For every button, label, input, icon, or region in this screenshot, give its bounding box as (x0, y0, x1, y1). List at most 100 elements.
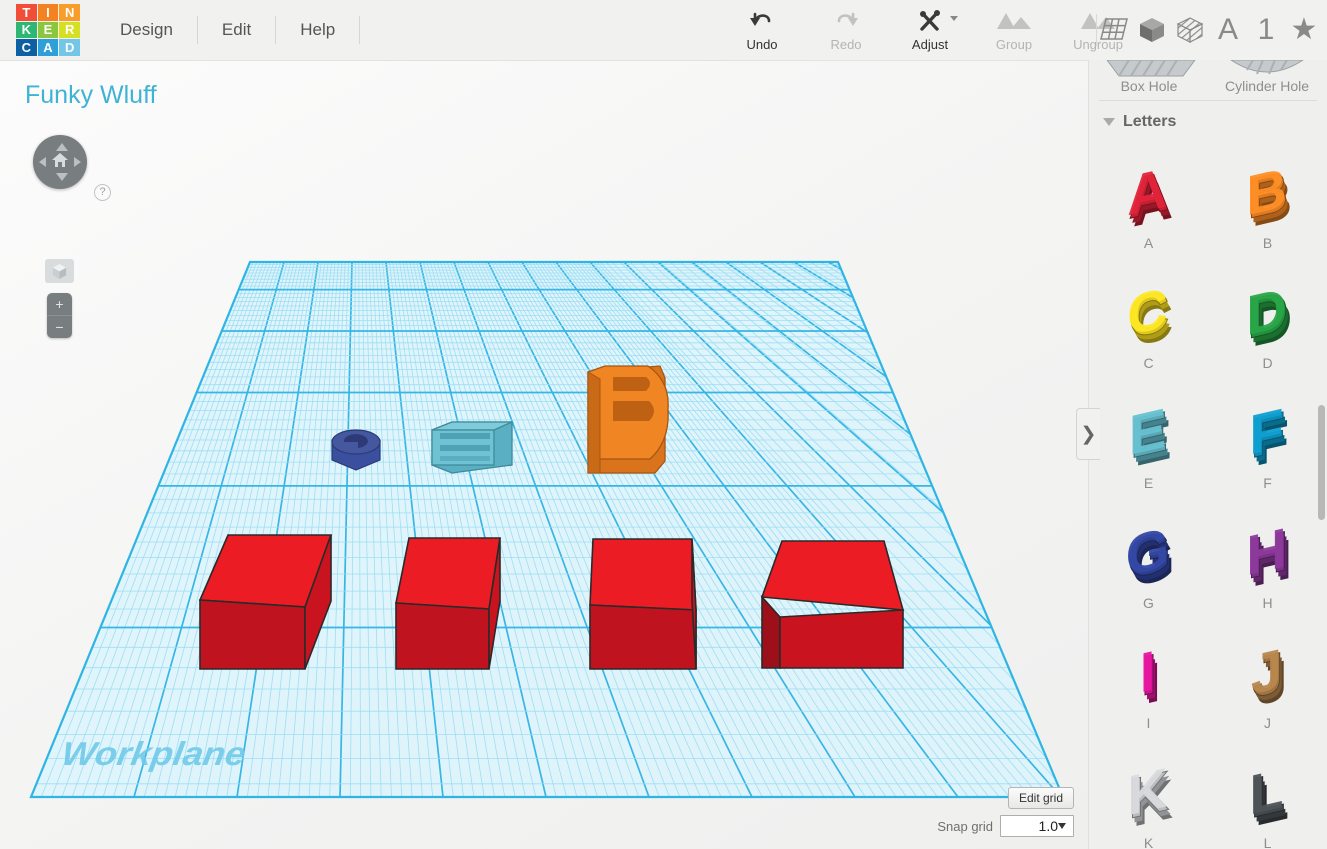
letter-i-icon: IIII (1107, 631, 1191, 717)
svg-text:L: L (1249, 758, 1283, 828)
letter-l-icon: LLLL (1226, 751, 1310, 837)
menu-item-design[interactable]: Design (96, 15, 197, 45)
grid-controls: Edit grid Snap grid 1.0 (937, 787, 1074, 837)
shape-label: I (1147, 715, 1151, 731)
page-title[interactable]: Funky Wluff (25, 81, 157, 110)
snap-grid-row: Snap grid 1.0 (937, 815, 1074, 837)
view-navigation-pad[interactable] (33, 135, 87, 189)
menu-item-edit[interactable]: Edit (198, 15, 275, 45)
edit-grid-button[interactable]: Edit grid (1008, 787, 1074, 809)
number-icon-glyph: 1 (1258, 15, 1275, 45)
shape-item-letter-l[interactable]: LLLLL (1208, 743, 1327, 849)
favorites-star-icon[interactable]: ★ (1285, 7, 1323, 53)
fit-to-view-button[interactable] (45, 259, 74, 283)
nav-down-arrow-icon[interactable] (56, 173, 68, 181)
adjust-button[interactable]: Adjust (888, 0, 972, 58)
canvas-object-box-3 (590, 539, 696, 669)
workplane-grid-icon (1100, 17, 1128, 43)
shape-item-letter-d[interactable]: DDDDD (1208, 263, 1327, 383)
svg-text:G: G (1125, 516, 1169, 588)
shape-label: Cylinder Hole (1211, 78, 1323, 94)
workplane-label: Workplane (59, 735, 248, 774)
panel-scrollbar-track[interactable] (1319, 60, 1326, 849)
top-toolbar: TINKERCAD DesignEditHelp UndoRedoAdjustG… (0, 0, 1327, 60)
home-icon-glyph (52, 153, 68, 167)
edit-toolbar: UndoRedoAdjustGroupUngroup (720, 0, 1140, 60)
shape-item-letter-j[interactable]: JJJJJ (1208, 623, 1327, 743)
svg-text:J: J (1250, 638, 1281, 707)
shape-item-letter-e[interactable]: EEEEE (1089, 383, 1208, 503)
svg-text:A: A (1127, 157, 1167, 229)
chevron-down-icon[interactable] (950, 16, 958, 21)
shape-label: E (1144, 475, 1153, 491)
shape-label: L (1264, 835, 1272, 849)
shape-item-box-hole[interactable]: Box Hole (1093, 60, 1205, 94)
letter-g-icon: GGGG (1107, 511, 1191, 597)
svg-text:B: B (1246, 157, 1286, 229)
collapse-panel-button[interactable]: ❯ (1076, 408, 1100, 460)
shape-item-letter-k[interactable]: KKKKK (1089, 743, 1208, 849)
logo-tile-c: C (16, 39, 37, 56)
shape-item-letter-a[interactable]: AAAAA (1089, 143, 1208, 263)
shape-item-letter-i[interactable]: IIIII (1089, 623, 1208, 743)
shape-item-letter-f[interactable]: FFFFF (1208, 383, 1327, 503)
nav-up-arrow-icon[interactable] (56, 143, 68, 151)
shape-label: J (1264, 715, 1271, 731)
shape-item-letter-c[interactable]: CCCCC (1089, 263, 1208, 383)
svg-text:F: F (1249, 398, 1283, 468)
logo-tile-a: A (38, 39, 59, 56)
zoom-controls[interactable]: + − (47, 293, 72, 338)
zoom-in-button[interactable]: + (47, 293, 72, 315)
home-view-icon[interactable] (52, 153, 68, 171)
tinkercad-logo[interactable]: TINKERCAD (16, 4, 80, 56)
letter-j-icon: JJJJ (1226, 631, 1310, 717)
svg-text:H: H (1246, 517, 1286, 589)
undo-button[interactable]: Undo (720, 0, 804, 58)
3d-canvas[interactable]: Funky Wluff Workplane ? + − Edit grid Sn… (0, 60, 1088, 849)
snap-grid-select[interactable]: 1.0 (1000, 815, 1074, 837)
shape-label: D (1262, 355, 1272, 371)
letter-i-thumbnail: IIII (1107, 634, 1191, 714)
tool-label: Undo (746, 37, 777, 52)
logo-tile-r: R (59, 22, 80, 39)
adjust-tools-icon (917, 8, 943, 34)
letter-k-icon: KKKK (1107, 751, 1191, 837)
logo-tile-t: T (16, 4, 37, 21)
number-icon[interactable]: 1 (1247, 7, 1285, 53)
redo-button[interactable]: Redo (804, 0, 888, 58)
shape-item-letter-b[interactable]: BBBBB (1208, 143, 1327, 263)
snap-grid-value: 1.0 (1007, 818, 1058, 834)
box-hole-icon (1099, 60, 1199, 78)
group-shapes-icon (997, 11, 1031, 31)
letter-a-icon: AAAA (1107, 151, 1191, 237)
letter-e-thumbnail: EEEE (1107, 394, 1191, 474)
letter-h-icon: HHHH (1226, 511, 1310, 597)
letter-f-icon: FFFF (1226, 391, 1310, 477)
nav-left-arrow-icon[interactable] (39, 157, 46, 167)
shape-item-letter-h[interactable]: HHHHH (1208, 503, 1327, 623)
menu-item-help[interactable]: Help (276, 15, 359, 45)
text-letter-icon[interactable]: A (1209, 7, 1247, 53)
chevron-down-icon (1058, 823, 1066, 829)
hole-cube-icon[interactable] (1171, 7, 1209, 53)
zoom-out-button[interactable]: − (47, 316, 72, 338)
shape-label: A (1144, 235, 1153, 251)
letters-section-header[interactable]: Letters (1089, 101, 1327, 143)
solid-cube-icon[interactable] (1133, 7, 1171, 53)
letter-a-thumbnail: AAAA (1107, 154, 1191, 234)
nav-right-arrow-icon[interactable] (74, 157, 81, 167)
snap-grid-label: Snap grid (937, 819, 993, 834)
panel-scrollbar-thumb[interactable] (1318, 405, 1325, 520)
letter-d-thumbnail: DDDD (1226, 274, 1310, 354)
shape-item-cylinder-hole[interactable]: Cylinder Hole (1211, 60, 1323, 94)
help-button[interactable]: ? (94, 184, 111, 201)
letter-f-thumbnail: FFFF (1226, 394, 1310, 474)
group-button[interactable]: Group (972, 0, 1056, 58)
chevron-down-icon[interactable] (1103, 118, 1115, 126)
svg-text:K: K (1127, 757, 1167, 829)
logo-tile-d: D (59, 39, 80, 56)
undo-arrow-icon (749, 10, 775, 32)
shape-item-letter-g[interactable]: GGGGG (1089, 503, 1208, 623)
main-menu: DesignEditHelp (96, 0, 360, 60)
workplane-grid-icon[interactable] (1095, 7, 1133, 53)
